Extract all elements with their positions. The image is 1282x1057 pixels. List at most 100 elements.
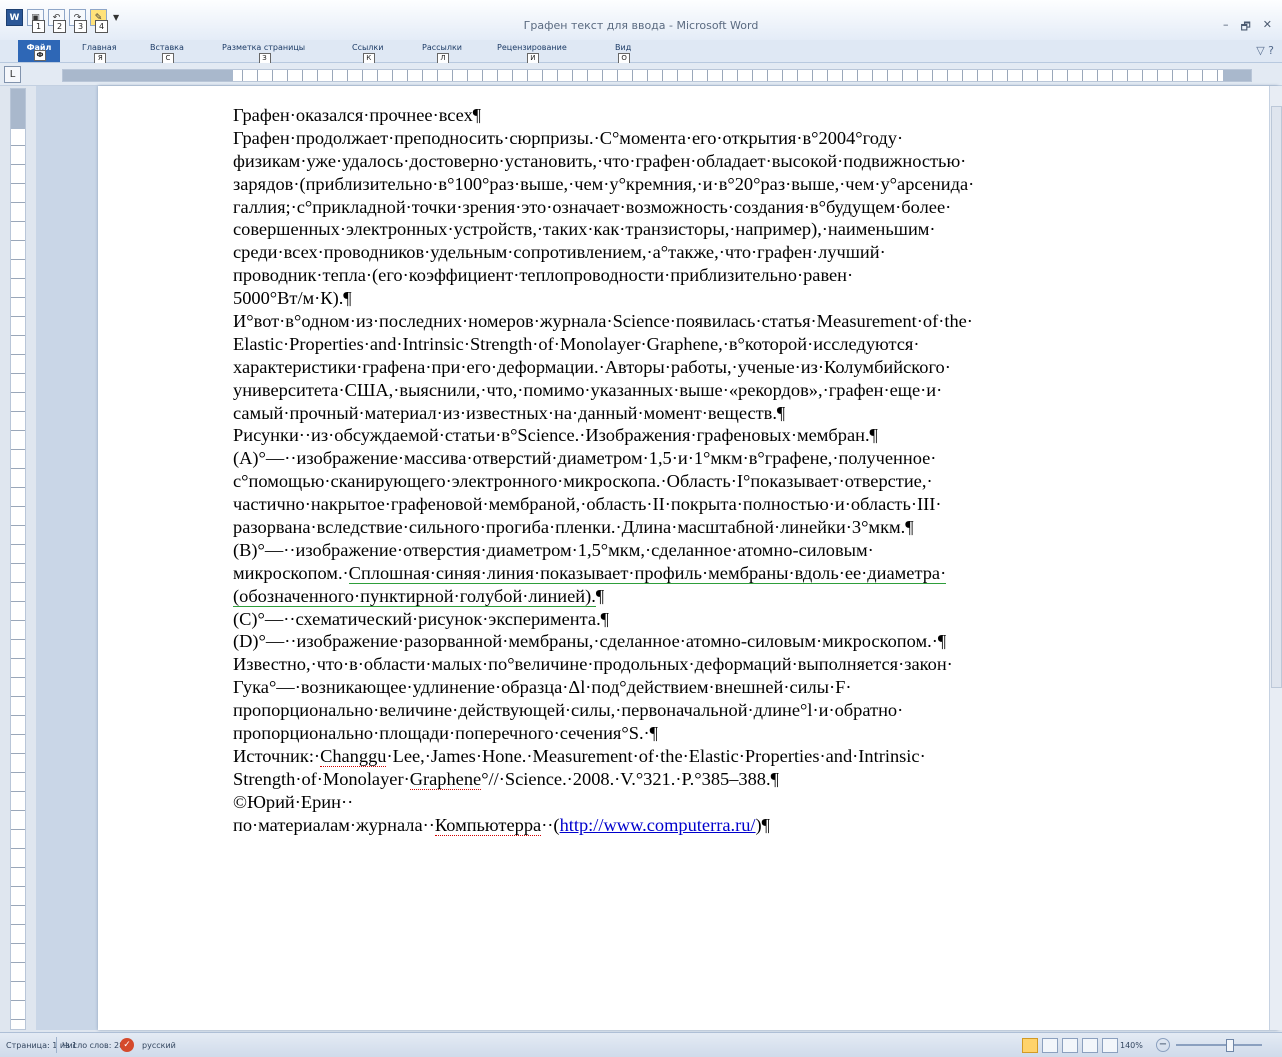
- word-window: W ▣ 1 ↶ 2 ↷ 3 ✎ 4 ▼ Графен текст для ввода - Micr…: [0, 0, 1282, 1057]
- document-line[interactable]: физикам·уже·удалось·достоверно·установит…: [233, 150, 1173, 173]
- text-run: Сплошная·синяя·линия·показывает·профиль·…: [348, 562, 947, 584]
- text-run: Графен·продолжает·преподносить·сюрпризы.…: [233, 127, 904, 148]
- document-line[interactable]: среди·всех·проводников·удельным·сопротив…: [233, 241, 1173, 264]
- document-line[interactable]: Рисунки··из·обсуждаемой·статьи·в°Science…: [233, 424, 1173, 447]
- text-run: Graphene: [409, 768, 482, 790]
- document-line[interactable]: Графен·оказался·прочнее·всех¶: [233, 104, 1173, 127]
- tab-label: Разметка страницы: [222, 43, 306, 52]
- vertical-ruler[interactable]: [10, 88, 26, 1030]
- text-run: микроскопом.·: [233, 562, 349, 583]
- text-run: частично·накрытое·графеновой·мембраной,·…: [233, 494, 942, 515]
- proofing-icon[interactable]: ✓: [120, 1038, 134, 1052]
- document-line[interactable]: И°вот·в°одном·из·последних·номеров·журна…: [233, 310, 1173, 333]
- draft-view-icon[interactable]: [1102, 1038, 1118, 1053]
- tab-label: Главная: [82, 43, 117, 52]
- document-page[interactable]: Графен·оказался·прочнее·всех¶ Графен·прод…: [98, 86, 1278, 1030]
- status-language[interactable]: русский: [142, 1041, 176, 1050]
- close-button[interactable]: ✕: [1263, 18, 1272, 37]
- document-line[interactable]: проводник·тепла·(его·коэффициент·теплопр…: [233, 264, 1173, 287]
- document-line[interactable]: Гука°—·возникающее·удлинение·образца·Δl·…: [233, 676, 1173, 699]
- outline-view-icon[interactable]: [1082, 1038, 1098, 1053]
- document-line[interactable]: галлия;·с°прикладной·точки·зрения·это·оз…: [233, 196, 1173, 219]
- document-line[interactable]: частично·накрытое·графеновой·мембраной,·…: [233, 493, 1173, 516]
- document-line[interactable]: Известно,·что·в·области·малых·по°величин…: [233, 653, 1173, 676]
- status-separator: [56, 1037, 57, 1053]
- document-line[interactable]: совершенных·электронных·устройств,·таких…: [233, 218, 1173, 241]
- document-line[interactable]: Elastic·Properties·and·Intrinsic·Strengt…: [233, 333, 1173, 356]
- text-run: Известно,·что·в·области·малых·по°величин…: [233, 654, 953, 675]
- tab-3[interactable]: Разметка страницы З: [222, 43, 306, 64]
- tab-5[interactable]: Рассылки Л: [422, 43, 462, 64]
- tab-7[interactable]: Вид О: [615, 43, 631, 64]
- document-line[interactable]: (обозначенного·пунктирной·голубой·линией…: [233, 585, 1173, 608]
- tab-1[interactable]: Главная Я: [82, 43, 117, 64]
- ruler-bar[interactable]: [62, 69, 1252, 82]
- text-run: с°помощью·сканирующего·электронного·микр…: [233, 471, 933, 492]
- hyperlink[interactable]: http://www.computerra.ru/: [560, 815, 756, 835]
- text-run: разорвана·вследствие·сильного·прогиба·пл…: [233, 517, 914, 538]
- zoom-slider-knob[interactable]: [1226, 1039, 1234, 1052]
- document-line[interactable]: пропорционально·площади·поперечного·сече…: [233, 722, 1173, 745]
- document-line[interactable]: 5000°Вт/м·К).¶: [233, 287, 1173, 310]
- ruler-right-margin: [1223, 70, 1251, 81]
- tab-6[interactable]: Рецензирование И: [497, 43, 567, 64]
- text-run: ¶: [595, 585, 605, 606]
- document-line[interactable]: зарядов·(приблизительно·в°100°раз·выше,·…: [233, 173, 1173, 196]
- view-buttons: [1022, 1038, 1118, 1053]
- document-line[interactable]: характеристики·графена·при·его·деформаци…: [233, 356, 1173, 379]
- tab-4[interactable]: Ссылки К: [352, 43, 384, 64]
- ribbon-help-icon[interactable]: ▽ ?: [1256, 44, 1274, 57]
- minimize-button[interactable]: –: [1223, 18, 1229, 37]
- zoom-level[interactable]: 140%: [1120, 1041, 1143, 1050]
- text-run: совершенных·электронных·устройств,·таких…: [233, 219, 936, 240]
- document-line[interactable]: ©Юрий·Ерин··: [233, 791, 1173, 814]
- document-line[interactable]: пропорционально·величине·действующей·сил…: [233, 699, 1173, 722]
- text-run: среди·всех·проводников·удельным·сопротив…: [233, 242, 886, 263]
- text-run: Рисунки··из·обсуждаемой·статьи·в°Science…: [233, 425, 878, 446]
- text-run: по·материалам·журнала··: [233, 814, 435, 835]
- tab-0[interactable]: Файл Ф: [18, 40, 60, 62]
- scroll-thumb[interactable]: [1271, 106, 1282, 688]
- text-run: )¶: [755, 814, 770, 835]
- tab-label: Рецензирование: [497, 43, 567, 52]
- document-line[interactable]: (A)°—··изображение·массива·отверстий·диа…: [233, 447, 1173, 470]
- full-screen-view-icon[interactable]: [1042, 1038, 1058, 1053]
- document-line[interactable]: университета·США,·выяснили,·что,·помимо·…: [233, 379, 1173, 402]
- text-run: ©Юрий·Ерин··: [233, 791, 354, 812]
- tab-2[interactable]: Вставка С: [150, 43, 184, 64]
- text-run: °//·Science.·2008.·V.°321.·P.°385–388.¶: [481, 768, 779, 789]
- keytip: Ф: [34, 50, 46, 61]
- tab-selector[interactable]: L: [4, 66, 21, 83]
- document-line[interactable]: (C)°—··схематический·рисунок·эксперимент…: [233, 608, 1173, 631]
- document-line[interactable]: с°помощью·сканирующего·электронного·микр…: [233, 470, 1173, 493]
- text-run: Компьютерра: [434, 814, 542, 836]
- text-run: пропорционально·площади·поперечного·сече…: [233, 723, 659, 744]
- zoom-out-button[interactable]: −: [1156, 1038, 1170, 1052]
- document-line[interactable]: Strength·of·Monolayer·Graphene°//·Scienc…: [233, 768, 1173, 791]
- zoom-slider[interactable]: [1176, 1044, 1262, 1046]
- web-layout-view-icon[interactable]: [1062, 1038, 1078, 1053]
- tab-label: Ссылки: [352, 43, 384, 52]
- text-run: Графен·оказался·прочнее·всех¶: [233, 105, 482, 125]
- text-run: И°вот·в°одном·из·последних·номеров·журна…: [233, 311, 973, 332]
- status-bar: Страница: 1 из 1 Число слов: 287 ✓ русск…: [0, 1032, 1282, 1057]
- document-line[interactable]: (D)°—··изображение·разорванной·мембраны,…: [233, 630, 1173, 653]
- print-layout-view-icon[interactable]: [1022, 1038, 1038, 1053]
- vertical-ruler-margin: [11, 89, 25, 129]
- text-run: Источник:·: [233, 745, 321, 766]
- document-line[interactable]: микроскопом.·Сплошная·синяя·линия·показы…: [233, 562, 1173, 585]
- document-line[interactable]: (B)°—··изображение·отверстия·диаметром·1…: [233, 539, 1173, 562]
- document-line[interactable]: Источник:·Changgu·Lee,·James·Hone.·Measu…: [233, 745, 1173, 768]
- text-run: Elastic·Properties·and·Intrinsic·Strengt…: [233, 333, 920, 354]
- document-text[interactable]: Графен·оказался·прочнее·всех¶ Графен·прод…: [233, 104, 1173, 837]
- restore-button[interactable]: 🗗: [1240, 18, 1250, 37]
- document-line[interactable]: самый·прочный·материал·из·известных·на·д…: [233, 402, 1173, 425]
- document-line[interactable]: по·материалам·журнала··Компьютерра··(htt…: [233, 814, 1173, 837]
- vertical-scrollbar[interactable]: [1269, 86, 1282, 1030]
- text-run: характеристики·графена·при·его·деформаци…: [233, 356, 951, 377]
- tab-label: Рассылки: [422, 43, 462, 52]
- text-run: зарядов·(приблизительно·в°100°раз·выше,·…: [233, 173, 975, 194]
- text-run: проводник·тепла·(его·коэффициент·теплопр…: [233, 265, 854, 286]
- document-line[interactable]: Графен·продолжает·преподносить·сюрпризы.…: [233, 127, 1173, 150]
- document-line[interactable]: разорвана·вследствие·сильного·прогиба·пл…: [233, 516, 1173, 539]
